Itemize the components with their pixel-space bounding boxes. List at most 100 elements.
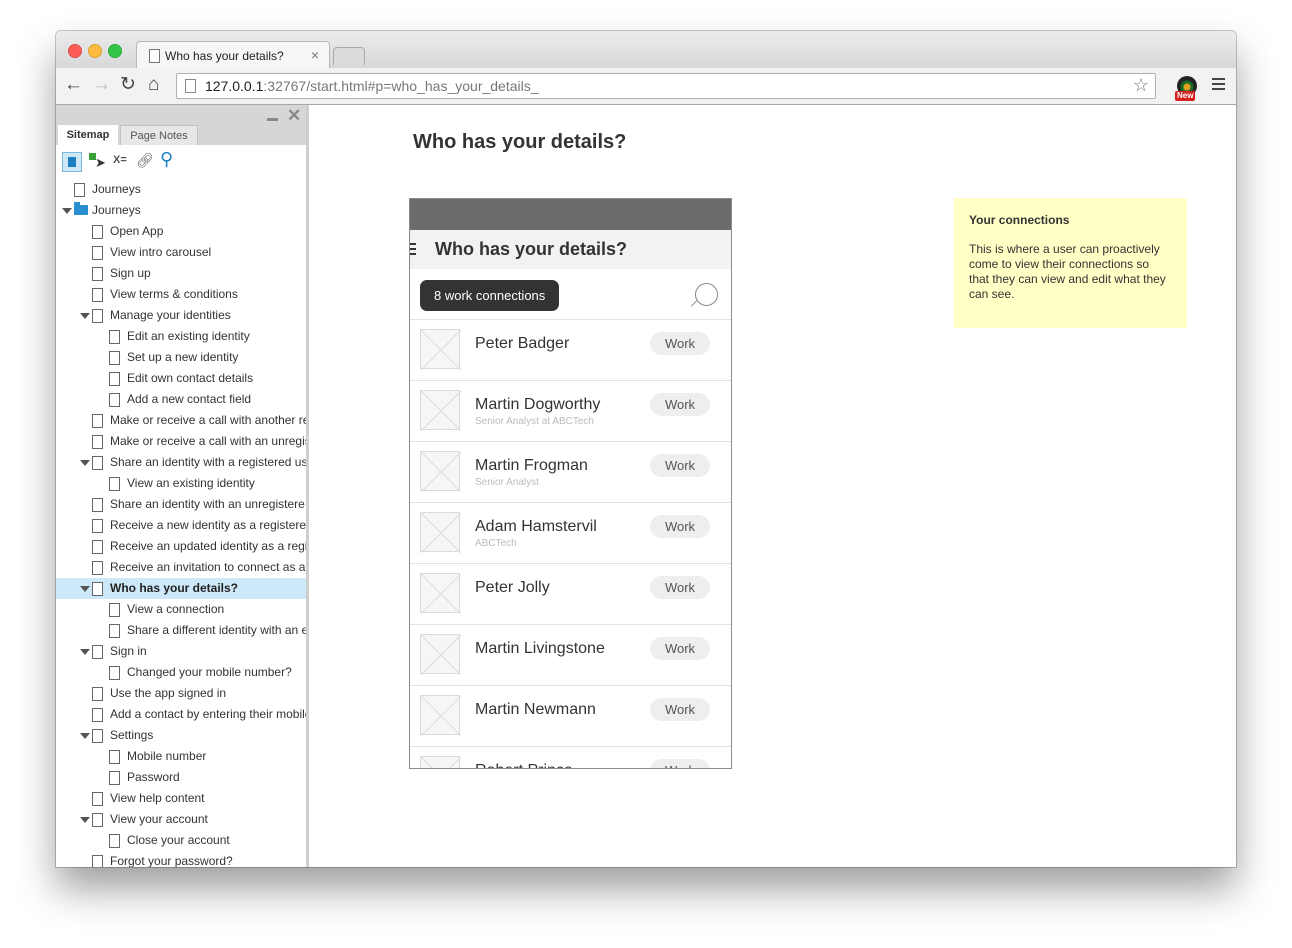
expand-arrow-icon[interactable] <box>62 208 72 214</box>
sidebar-item-label: Use the app signed in <box>110 686 227 700</box>
page-icon <box>92 687 103 701</box>
expand-arrow-icon[interactable] <box>80 460 90 466</box>
sidebar-item[interactable]: View help content <box>56 788 306 809</box>
page-icon <box>92 456 103 470</box>
back-arrow-icon[interactable]: ← <box>64 74 83 96</box>
reload-icon[interactable]: ↻ <box>120 74 136 96</box>
work-badge: Work <box>650 576 710 599</box>
contact-row[interactable]: Peter Jolly Work <box>410 563 731 624</box>
work-badge: Work <box>650 759 710 768</box>
expand-arrow-icon[interactable] <box>80 733 90 739</box>
sidebar-item[interactable]: View terms & conditions <box>56 284 306 305</box>
work-connections-filter[interactable]: 8 work connections <box>420 280 560 311</box>
close-window-button[interactable] <box>68 44 82 58</box>
tab-close-icon[interactable]: × <box>311 47 319 63</box>
sidebar-item[interactable]: Password <box>56 767 306 788</box>
link-icon[interactable]: 🔗︎ <box>136 152 154 169</box>
sidebar-tools: ➤ X= 🔗︎ ⚲ <box>56 145 306 179</box>
sidebar-item[interactable]: Edit an existing identity <box>56 326 306 347</box>
avatar-placeholder-icon <box>420 329 461 370</box>
new-tab-button[interactable] <box>333 47 365 65</box>
sidebar-item[interactable]: Share an identity with an unregistere <box>56 494 306 515</box>
sidebar-item[interactable]: Who has your details? <box>56 578 306 599</box>
expand-arrow-icon[interactable] <box>80 649 90 655</box>
sidebar-item[interactable]: View an existing identity <box>56 473 306 494</box>
tab-page-notes[interactable]: Page Notes <box>120 125 198 145</box>
contact-row[interactable]: Martin Dogworthy Senior Analyst at ABCTec… <box>410 380 731 441</box>
contact-name: Peter Badger <box>475 335 570 352</box>
expand-arrow-icon[interactable] <box>80 586 90 592</box>
contact-name: Martin Frogman <box>475 457 588 474</box>
sidebar-item[interactable]: Settings <box>56 725 306 746</box>
sidebar-item[interactable]: Make or receive a call with another re <box>56 410 306 431</box>
search-icon[interactable] <box>695 283 718 306</box>
bookmark-star-icon[interactable]: ☆ <box>1133 75 1149 96</box>
sitemap-sidebar: ✕ Sitemap Page Notes ➤ X= 🔗︎ ⚲ Journeys J… <box>56 105 309 867</box>
sidebar-item-label: Journeys <box>92 182 141 196</box>
avatar-placeholder-icon <box>420 634 461 675</box>
sidebar-item[interactable]: Edit own contact details <box>56 368 306 389</box>
sidebar-item[interactable]: Mobile number <box>56 746 306 767</box>
contact-name: Peter Jolly <box>475 579 550 596</box>
hamburger-icon[interactable] <box>410 243 416 258</box>
sidebar-item[interactable]: View intro carousel <box>56 242 306 263</box>
sidebar-item[interactable]: Receive a new identity as a registere <box>56 515 306 536</box>
highlight-interactive-icon[interactable]: ➤ <box>89 153 107 171</box>
minimize-window-button[interactable] <box>88 44 102 58</box>
home-icon[interactable]: ⌂ <box>148 74 159 96</box>
phone-mockup: Who has your details? 8 work connections… <box>409 198 732 769</box>
sidebar-item-label: View a connection <box>127 602 225 616</box>
menu-icon[interactable] <box>1212 78 1225 93</box>
page-icon <box>109 330 120 344</box>
sidebar-item[interactable]: Close your account <box>56 830 306 851</box>
forward-arrow-icon[interactable]: → <box>92 74 111 96</box>
contact-row[interactable]: Martin Newmann Work <box>410 685 731 746</box>
contact-name: Adam Hamstervil <box>475 518 597 535</box>
sidebar-item[interactable]: View your account <box>56 809 306 830</box>
variables-icon[interactable]: X= <box>113 154 127 166</box>
sidebar-item[interactable]: Use the app signed in <box>56 683 306 704</box>
sidebar-item[interactable]: Share an identity with a registered us <box>56 452 306 473</box>
sitemap-view-icon[interactable] <box>62 152 82 172</box>
page-icon <box>92 540 103 554</box>
search-icon[interactable]: ⚲ <box>160 149 173 170</box>
expand-arrow-icon[interactable] <box>80 817 90 823</box>
page-icon <box>92 582 103 596</box>
sidebar-item[interactable]: Add a new contact field <box>56 389 306 410</box>
browser-window: Who has your details? × ← → ↻ ⌂ 127.0.0.… <box>56 31 1236 867</box>
sidebar-item[interactable]: Make or receive a call with an unregis <box>56 431 306 452</box>
sidebar-item[interactable]: Forgot your password? <box>56 851 306 867</box>
sidebar-item[interactable]: Receive an updated identity as a regi <box>56 536 306 557</box>
sidebar-item[interactable]: Journeys <box>56 200 306 221</box>
sidebar-item[interactable]: Set up a new identity <box>56 347 306 368</box>
sidebar-item-label: View your account <box>110 812 208 826</box>
address-bar[interactable]: 127.0.0.1:32767/start.html#p=who_has_you… <box>176 73 1156 99</box>
sidebar-item[interactable]: Manage your identities <box>56 305 306 326</box>
sidebar-item[interactable]: Share a different identity with an e <box>56 620 306 641</box>
sidebar-item[interactable]: Add a contact by entering their mobile <box>56 704 306 725</box>
sidebar-item[interactable]: Receive an invitation to connect as a <box>56 557 306 578</box>
contact-row[interactable]: Adam Hamstervil ABCTech Work <box>410 502 731 563</box>
tab-sitemap[interactable]: Sitemap <box>58 125 118 145</box>
contact-row[interactable]: Peter Badger Work <box>410 319 731 380</box>
contact-row[interactable]: Martin Frogman Senior Analyst Work <box>410 441 731 502</box>
sidebar-item-label: Share an identity with a registered us <box>110 455 308 469</box>
browser-tab[interactable]: Who has your details? × <box>136 41 330 69</box>
contact-row[interactable]: Martin Livingstone Work <box>410 624 731 685</box>
sidebar-item-label: View terms & conditions <box>110 287 238 301</box>
close-panel-icon[interactable]: ✕ <box>287 106 301 126</box>
page-icon <box>109 834 120 848</box>
sidebar-item[interactable]: Sign up <box>56 263 306 284</box>
sidebar-item-label: Password <box>127 770 180 784</box>
sidebar-item[interactable]: Open App <box>56 221 306 242</box>
sidebar-item[interactable]: Changed your mobile number? <box>56 662 306 683</box>
sidebar-item[interactable]: Journeys <box>56 179 306 200</box>
sidebar-item-label: Receive a new identity as a registere <box>110 518 307 532</box>
sidebar-item[interactable]: View a connection <box>56 599 306 620</box>
sidebar-item[interactable]: Sign in <box>56 641 306 662</box>
page-icon <box>92 708 103 722</box>
expand-arrow-icon[interactable] <box>80 313 90 319</box>
contact-row[interactable]: Robert Prince Work <box>410 746 731 768</box>
zoom-window-button[interactable] <box>108 44 122 58</box>
minimize-panel-icon[interactable] <box>267 118 278 121</box>
